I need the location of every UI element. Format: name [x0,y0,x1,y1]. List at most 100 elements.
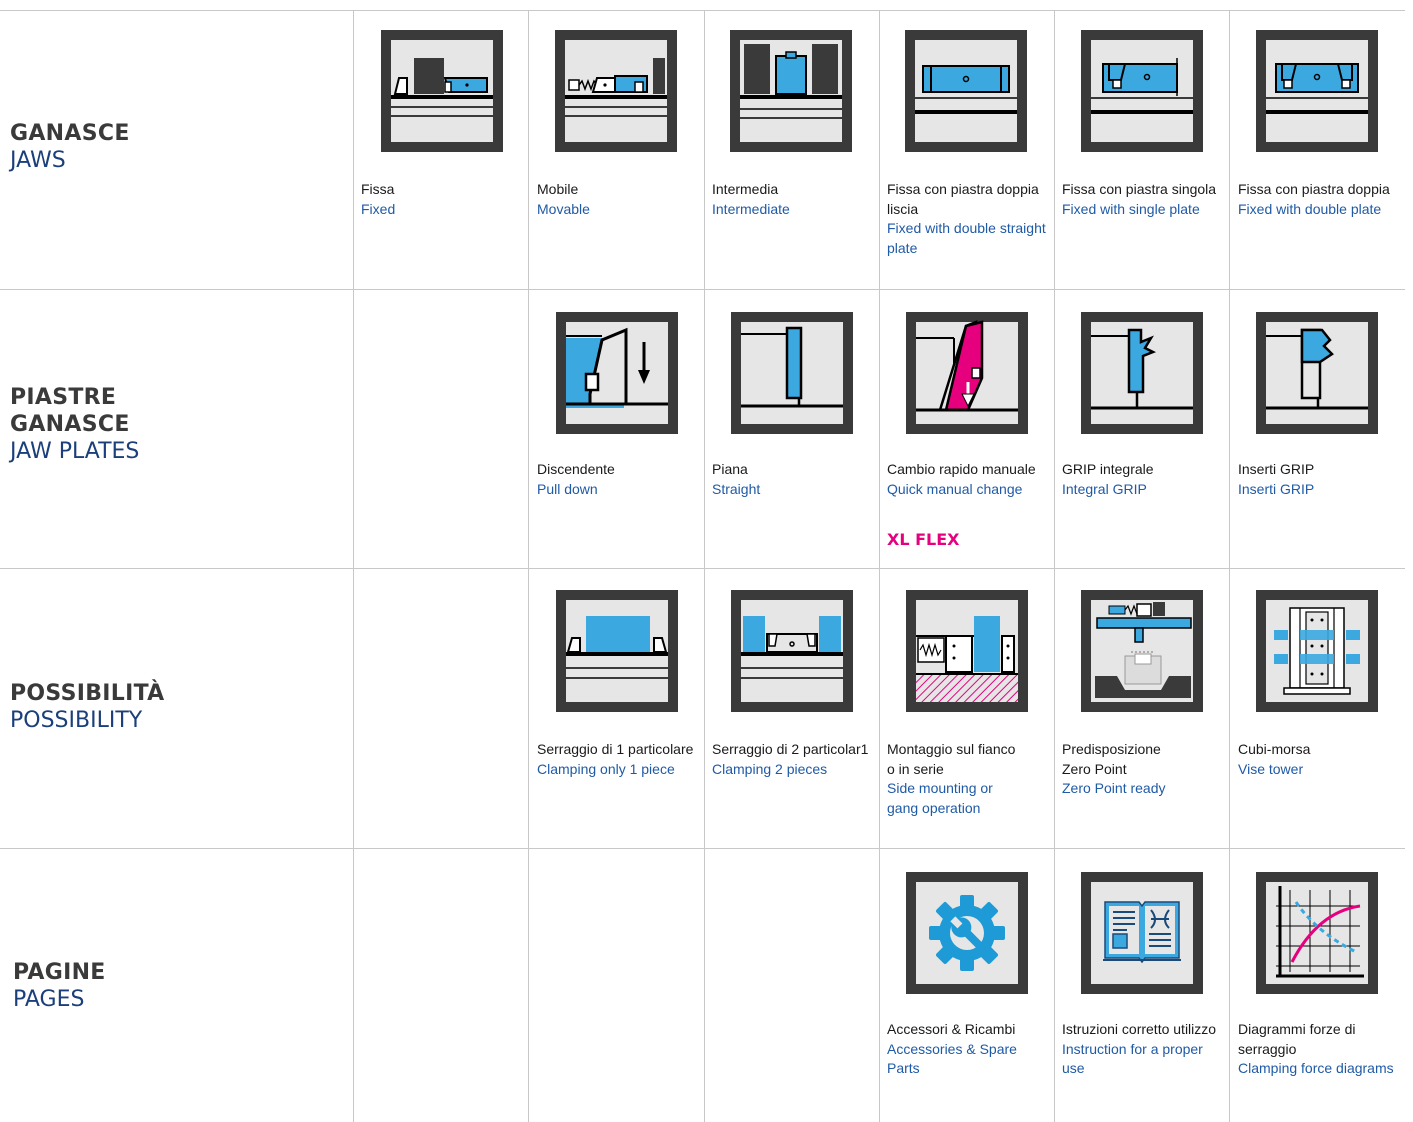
caption-it: Inserti GRIP [1238,461,1315,477]
caption-fixed-double-straight: Fissa con piastra doppia liscia Fixed wi… [887,180,1053,258]
caption-vise-tower: Cubi-morsa Vise tower [1238,740,1404,779]
caption-fixed: Fissa Fixed [361,180,527,219]
pull-down-plate-icon [556,312,678,434]
side-mounting-icon [906,590,1028,712]
caption-quick-manual-change: Cambio rapido manuale Quick manual chang… [887,460,1053,499]
caption-en: Zero Point ready [1062,780,1166,796]
caption-force-diagrams: Diagrammi forze di serraggio Clamping fo… [1238,1020,1404,1079]
movable-jaw-icon [555,30,677,152]
caption-en: Movable [537,200,590,217]
caption-it: Accessori & Ricambi [887,1021,1016,1037]
caption-movable: Mobile Movable [537,180,703,219]
force-diagram-icon [1256,872,1378,994]
caption-it: Cambio rapido manuale [887,461,1036,477]
intermediate-jaw-icon [730,30,852,152]
caption-clamping-one: Serraggio di 1 particolare Clamping only… [537,740,703,779]
caption-it: Fissa con piastra doppia [1238,181,1390,197]
section-title-it: POSSIBILITÀ [10,681,165,706]
section-title-it: PAGINE [13,960,106,985]
section-title-pages: PAGINE PAGES [13,959,106,1013]
section-title-en: JAW PLATES [10,439,140,464]
section-title-en: POSSIBILITY [10,708,143,733]
caption-it: Istruzioni corretto utilizzo [1062,1021,1217,1037]
caption-en: Instruction for a proper use [1062,1040,1203,1077]
clamping-one-piece-icon [556,590,678,712]
caption-intermediate: Intermedia Intermediate [712,180,878,219]
row-divider [0,568,1405,569]
caption-en: Intermediate [712,200,790,217]
section-title-it: GANASCE [10,121,130,146]
caption-it: o in serie [887,760,944,777]
caption-instructions: Istruzioni corretto utilizzo Instruction… [1062,1020,1228,1079]
fixed-double-plate-icon [1256,30,1378,152]
caption-en: Pull down [537,480,598,497]
caption-it: Cubi-morsa [1238,741,1311,757]
caption-en: Fixed with double straight plate [887,220,1046,256]
section-title-en: JAWS [10,148,66,173]
caption-it: Montaggio sul fianco [887,741,1016,757]
caption-grip-inserts: Inserti GRIP Inserti GRIP [1238,460,1404,499]
gear-wrench-icon [906,872,1028,994]
caption-clamping-two: Serraggio di 2 particolar1 Clamping 2 pi… [712,740,878,779]
row-divider [0,10,1405,11]
caption-it: Diagrammi forze di serraggio [1238,1021,1356,1057]
grip-inserts-icon [1256,312,1378,434]
caption-en: Side mounting or [887,780,993,796]
quick-manual-change-icon [906,312,1028,434]
caption-it: Serraggio di 2 particolar1 [712,741,869,757]
section-title-possibility: POSSIBILITÀ POSSIBILITY [10,680,165,734]
fixed-single-plate-icon [1081,30,1203,152]
fixed-double-straight-plate-icon [905,30,1027,152]
caption-it: Fissa [361,181,395,197]
caption-accessories: Accessori & Ricambi Accessories & Spare … [887,1020,1053,1079]
section-title-en: PAGES [13,987,85,1012]
section-title-jaw-plates: PIASTRE GANASCE JAW PLATES [10,384,139,465]
caption-fixed-double-plate: Fissa con piastra doppia Fixed with doub… [1238,180,1404,219]
caption-en: Accessories & Spare Parts [887,1040,1017,1077]
row-divider [0,289,1405,290]
clamping-two-pieces-icon [731,590,853,712]
caption-it: Fissa con piastra doppia liscia [887,181,1039,217]
column-divider [353,10,354,1122]
xl-flex-tag: XL FLEX [887,530,960,549]
caption-en: Fixed with double plate [1238,200,1382,217]
integral-grip-icon [1081,312,1203,434]
caption-it: Discendente [537,461,615,477]
caption-en: Clamping 2 pieces [712,760,828,777]
column-divider [879,10,880,1122]
caption-it: Serraggio di 1 particolare [537,741,694,757]
vise-tower-icon [1256,590,1378,712]
caption-integral-grip: GRIP integrale Integral GRIP [1062,460,1228,499]
caption-en: Clamping force diagrams [1238,1060,1394,1076]
caption-en: Straight [712,480,761,497]
caption-en: Fixed with single plate [1062,200,1200,217]
caption-it: Fissa con piastra singola [1062,181,1217,197]
caption-straight: Piana Straight [712,460,878,499]
caption-en: Clamping only 1 piece [537,760,675,777]
caption-zero-point: Predisposizione Zero Point Zero Point re… [1062,740,1228,799]
column-divider [1054,10,1055,1122]
caption-fixed-single-plate: Fissa con piastra singola Fixed with sin… [1062,180,1228,219]
caption-it: Mobile [537,181,579,197]
straight-plate-icon [731,312,853,434]
section-title-it: PIASTRE [10,385,117,410]
caption-en: Quick manual change [887,480,1023,497]
caption-it: Zero Point [1062,760,1127,777]
column-divider [528,10,529,1122]
caption-it: Predisposizione [1062,741,1161,757]
section-title-jaws: GANASCE JAWS [10,120,130,174]
caption-it: Piana [712,461,748,477]
caption-en: Inserti GRIP [1238,480,1315,497]
caption-en: gang operation [887,799,981,816]
caption-it: GRIP integrale [1062,461,1154,477]
column-divider [1229,10,1230,1122]
row-divider [0,848,1405,849]
caption-it: Intermedia [712,181,779,197]
caption-side-mounting: Montaggio sul fianco o in serie Side mou… [887,740,1053,818]
instruction-book-icon [1081,872,1203,994]
fixed-jaw-icon [381,30,503,152]
caption-en: Integral GRIP [1062,480,1147,497]
column-divider [704,10,705,1122]
caption-pull-down: Discendente Pull down [537,460,703,499]
section-title-it: GANASCE [10,412,130,437]
